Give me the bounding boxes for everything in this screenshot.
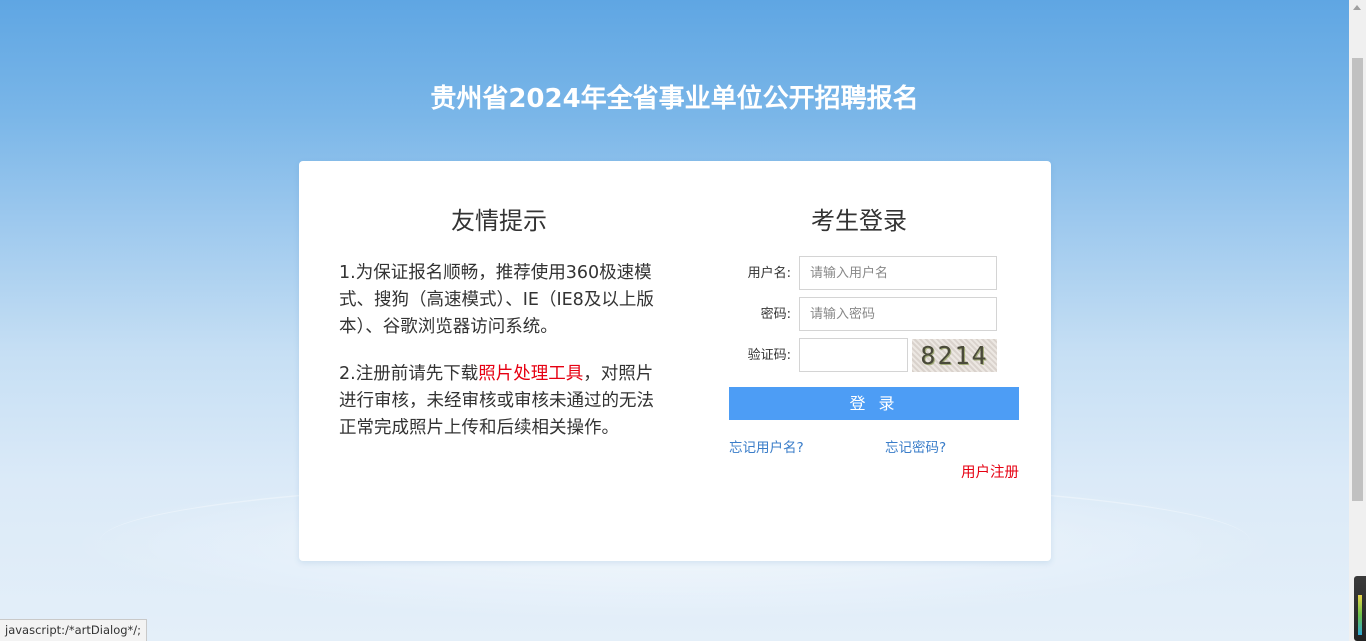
password-label: 密码: [760, 307, 791, 322]
login-card: 友情提示 1.为保证报名顺畅，推荐使用360极速模式、搜狗（高速模式）、IE（I… [299, 161, 1051, 561]
login-title: 考生登录 [811, 207, 907, 235]
register-link[interactable]: 用户注册 [919, 461, 1019, 482]
photo-tool-download-link[interactable]: 照片处理工具 [478, 364, 583, 384]
captcha-image-text: 8214 [920, 341, 989, 370]
page-title: 贵州省2024年全省事业单位公开招聘报名 [430, 84, 919, 114]
tips-title: 友情提示 [451, 207, 547, 235]
side-widget[interactable] [1354, 576, 1366, 641]
captcha-image[interactable]: 8214 [912, 339, 997, 372]
captcha-label: 验证码: [747, 348, 791, 363]
tips-item-photo-prefix: 2.注册前请先下载 [339, 364, 479, 384]
username-input[interactable] [799, 256, 997, 290]
scrollbar-thumb[interactable] [1352, 58, 1363, 501]
forgot-username-link[interactable]: 忘记用户名? [729, 436, 804, 456]
password-input[interactable] [799, 297, 997, 331]
login-button[interactable]: 登 录 [729, 387, 1019, 420]
status-bar: javascript:/*artDialog*/; [0, 619, 148, 641]
vertical-scrollbar[interactable] [1349, 0, 1366, 641]
side-widget-meter-icon [1358, 595, 1362, 635]
username-label: 用户名: [747, 266, 791, 281]
scroll-up-arrow-icon[interactable] [1353, 5, 1361, 10]
tips-item-photo-tool: 2.注册前请先下载照片处理工具，对照片进行审核，未经审核或审核未通过的无法正常完… [339, 361, 661, 442]
captcha-input[interactable] [799, 338, 908, 372]
forgot-password-link[interactable]: 忘记密码? [885, 436, 946, 456]
tips-item-browser: 1.为保证报名顺畅，推荐使用360极速模式、搜狗（高速模式）、IE（IE8及以上… [339, 263, 654, 337]
